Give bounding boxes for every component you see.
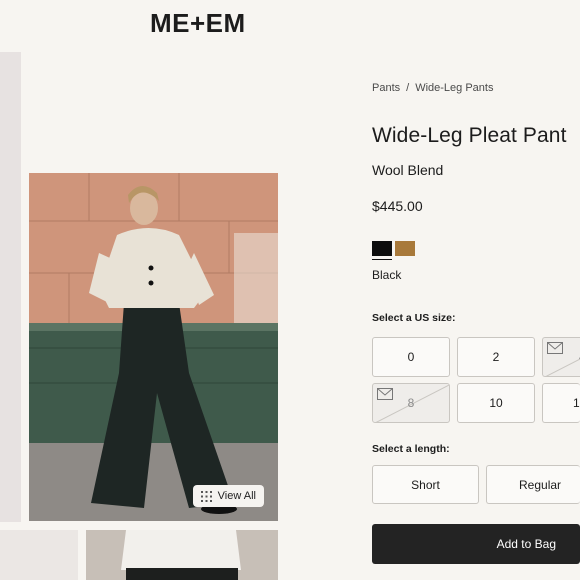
brand-logo[interactable]: ME+EM	[150, 8, 246, 39]
product-main-image[interactable]: View All	[29, 173, 278, 521]
size-option-10[interactable]: 10	[457, 383, 535, 423]
length-option-regular[interactable]: Regular	[486, 465, 580, 504]
breadcrumb-link-wide-leg-pants[interactable]: Wide-Leg Pants	[415, 82, 493, 94]
gallery-thumbnail[interactable]	[0, 530, 78, 580]
size-option-label: 10	[489, 396, 503, 410]
notify-mail-icon	[547, 342, 563, 354]
size-option-label: 0	[407, 350, 415, 364]
size-option-8-unavailable[interactable]: 8	[372, 383, 450, 423]
product-photo-illustration	[29, 173, 278, 521]
size-option-label: 8	[407, 396, 415, 410]
product-title: Wide-Leg Pleat Pant	[372, 124, 567, 147]
grid-icon	[200, 490, 212, 502]
breadcrumb-link-pants[interactable]: Pants	[372, 82, 400, 94]
thumbnail-photo-illustration	[86, 530, 278, 580]
length-option-label: Regular	[519, 477, 562, 492]
product-price: $445.00	[372, 198, 423, 214]
size-option-label: 12	[573, 396, 580, 410]
breadcrumb: Pants / Wide-Leg Pants	[372, 82, 493, 94]
color-swatch-black[interactable]	[372, 241, 392, 260]
color-swatch-camel[interactable]	[395, 241, 415, 256]
size-option-0[interactable]: 0	[372, 337, 450, 377]
length-option-short[interactable]: Short	[372, 465, 479, 504]
size-option-12[interactable]: 12	[542, 383, 580, 423]
size-selector-label: Select a US size:	[372, 312, 456, 324]
gallery-thumbnail[interactable]	[86, 530, 278, 580]
add-to-bag-button[interactable]: Add to Bag	[372, 524, 580, 564]
view-all-button[interactable]: View All	[192, 485, 264, 507]
view-all-label: View All	[217, 490, 256, 502]
length-option-label: Short	[411, 477, 440, 492]
breadcrumb-separator: /	[406, 82, 410, 94]
product-fabric: Wool Blend	[372, 162, 444, 178]
size-option-2[interactable]: 2	[457, 337, 535, 377]
size-option-4-unavailable[interactable]: 4	[542, 337, 580, 377]
selected-color-name: Black	[372, 268, 402, 282]
gallery-thumbnail-left[interactable]	[0, 52, 21, 522]
add-to-bag-label: Add to Bag	[496, 537, 556, 551]
notify-mail-icon	[377, 388, 393, 400]
length-selector-label: Select a length:	[372, 443, 450, 455]
size-option-label: 2	[492, 350, 500, 364]
